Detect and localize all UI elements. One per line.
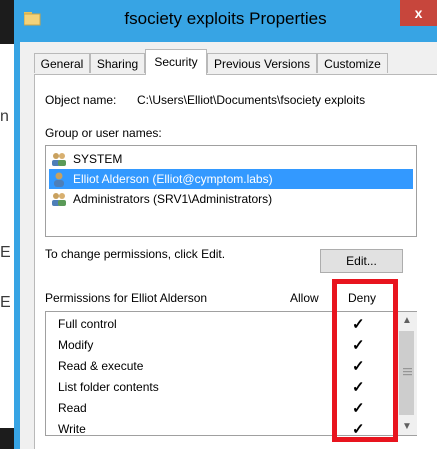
permission-name: Full control [58,317,117,331]
user-name: Administrators (SRV1\Administrators) [73,192,273,206]
permission-name: Read [58,401,87,415]
group-or-user-names-label: Group or user names: [45,126,162,140]
background-text-fragment: E [0,244,11,261]
user-name: SYSTEM [73,152,123,166]
tab-customize[interactable]: Customize [317,53,388,73]
scroll-thumb[interactable]: — — — [399,331,414,415]
scroll-up-arrow-icon[interactable]: ▲ [397,312,417,329]
background-text-fragment: n [0,108,9,125]
grip-icon: — — — [403,363,412,379]
user-icon [54,172,64,187]
permissions-for-label: Permissions for Elliot Alderson [45,291,208,305]
users-group-icon [52,153,66,166]
tab-strip: General Sharing Security Previous Versio… [20,42,437,76]
user-row-elliot[interactable]: Elliot Alderson (Elliot@cymptom.labs) [49,169,413,189]
user-row-system[interactable]: SYSTEM [49,149,413,169]
tab-security[interactable]: Security [145,49,207,75]
close-button[interactable]: x [400,0,437,26]
object-name-label: Object name: [45,93,117,107]
user-row-administrators[interactable]: Administrators (SRV1\Administrators) [49,189,413,209]
deny-column-highlight-box [332,279,398,442]
scroll-down-arrow-icon[interactable]: ▼ [397,418,417,435]
permission-name: List folder contents [58,380,159,394]
background-window: n E E [0,0,14,449]
tab-general[interactable]: General [34,53,90,73]
permission-name: Read & execute [58,359,144,373]
users-group-icon [52,193,66,206]
permission-name: Write [58,422,86,436]
change-permissions-text: To change permissions, click Edit. [45,247,226,261]
users-list[interactable]: SYSTEM Elliot Alderson (Elliot@cymptom.l… [45,145,417,237]
allow-column-header: Allow [290,291,319,305]
background-text-fragment: E [0,294,11,311]
background-dark-area [0,428,14,449]
permissions-scrollbar[interactable]: ▲ — — — ▼ [396,312,417,435]
permission-name: Modify [58,338,94,352]
user-name: Elliot Alderson (Elliot@cymptom.labs) [73,172,273,186]
object-name-value: C:\Users\Elliot\Documents\fsociety explo… [137,93,366,107]
window-title: fsociety exploits Properties [124,9,327,28]
background-dark-area [0,0,14,44]
tab-previous-versions[interactable]: Previous Versions [207,53,317,73]
edit-button[interactable]: Edit... [320,249,403,273]
title-bar[interactable]: fsociety exploits Properties x [14,0,437,42]
tab-sharing[interactable]: Sharing [90,53,145,73]
